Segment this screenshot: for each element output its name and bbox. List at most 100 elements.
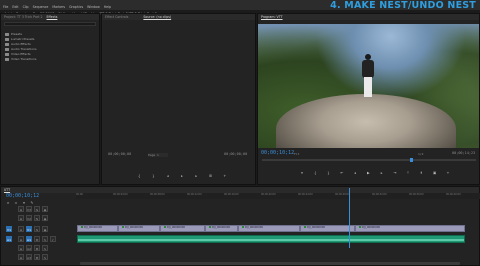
video-clip-label: DJI_00000000 [125,226,144,229]
solo-icon[interactable]: S [42,254,48,260]
ruler-tick-label: 00;00;04;00 [113,193,128,196]
folder-icon [5,53,9,56]
video-clip-label: DJI_00000000 [167,226,186,229]
track-row-a2: ⊡ A2 M S [0,243,480,252]
sync-lock-icon[interactable]: ⇆ [34,206,40,212]
track-label: V3 [26,206,32,212]
track-lock-icon[interactable]: ⊡ [18,226,24,232]
add-icon[interactable]: + [446,171,450,175]
video-clip-label: DJI_00000000 [212,226,231,229]
step-forward-icon[interactable]: ▸ [380,171,384,175]
eye-icon[interactable]: ◉ [42,215,48,221]
mark-in-icon[interactable]: { [137,174,141,178]
folder-icon [5,33,9,36]
ruler-tick-label: 00;00;20;00 [261,193,276,196]
extract-icon[interactable]: ⇞ [419,171,423,175]
video-clip[interactable]: DJI_00000000 [355,225,465,232]
insert-icon[interactable]: ⊞ [209,174,213,178]
program-timecode[interactable]: 00;00;10;12 [261,150,294,156]
menu-markers[interactable]: Markers [52,5,65,9]
track-lock-icon[interactable]: ⊡ [18,236,24,242]
video-clip[interactable]: DJI_00000000 [238,225,300,232]
sync-lock-icon[interactable]: ⇆ [34,226,40,232]
menu-edit[interactable]: Edit [12,5,18,9]
step-forward-icon[interactable]: ▸ [194,174,198,178]
step-back-icon[interactable]: ◂ [353,171,357,175]
track-lock-icon[interactable]: ⊡ [18,245,24,251]
source-patch-v1[interactable]: V1 [6,226,12,232]
program-fit-select[interactable]: Fit [294,152,299,156]
track-label: A3 [26,254,32,260]
menu-file[interactable]: File [3,5,8,9]
add-icon[interactable]: + [223,174,227,178]
go-to-out-icon[interactable]: ⇥ [393,171,397,175]
track-row-v1: V1 ⊡ V1 ⇆ ◉ DJI_00000000 DJI_00000000 DJI_… [0,224,480,233]
menu-window[interactable]: Window [87,5,100,9]
video-clip[interactable]: DJI_00000000 [160,225,205,232]
tab-project[interactable]: Project: TT 3 Trick Part 2 [4,15,43,19]
mute-icon[interactable]: M [34,245,40,251]
track-row-a3: ⊡ A3 M S [0,252,480,261]
mark-in-icon[interactable]: { [313,171,317,175]
marker-icon[interactable]: ▾ [300,171,304,175]
tab-effects[interactable]: Effects [47,15,58,19]
source-patch-a1[interactable]: A1 [6,236,12,242]
tree-item-label: Lumetri Presets [11,37,35,41]
fx-badge-icon [304,226,306,228]
program-zoom-select[interactable]: 1/2 [418,152,423,156]
program-playhead-icon[interactable] [410,158,413,162]
track-header-v3: ⊡ V3 ⇆ ◉ [4,205,74,212]
mic-icon[interactable]: ♪ [50,236,56,242]
track-label[interactable]: V1 [26,226,32,232]
audio-clip-a1[interactable] [77,234,465,243]
source-panel-tabs: Effect Controls Source: (no clips) [102,14,255,20]
timeline-scrollbar[interactable] [80,262,460,265]
solo-icon[interactable]: S [42,245,48,251]
source-page-select[interactable]: Page 1 [148,153,168,157]
video-clip[interactable]: DJI_00000000 [118,225,160,232]
source-timecode-left: 00;00;00;00 [108,152,132,156]
video-clip[interactable]: DJI_00000000 [205,225,238,232]
fx-badge-icon [164,226,166,228]
video-clip[interactable]: DJI_00000000 [77,225,118,232]
mark-out-icon[interactable]: } [151,174,155,178]
program-scrub-bar[interactable] [262,158,476,162]
step-back-icon[interactable]: ◂ [166,174,170,178]
menu-sequence[interactable]: Sequence [33,5,49,9]
effects-search-input[interactable] [4,22,96,26]
camera-icon[interactable]: ▣ [433,171,437,175]
timeline-timecode[interactable]: 00;00;10;12 [6,193,39,199]
ruler-tick-label: 00;00;16;00 [224,193,239,196]
go-to-in-icon[interactable]: ⇤ [340,171,344,175]
eye-icon[interactable]: ◉ [42,226,48,232]
track-label[interactable]: A1 [26,236,32,242]
effects-panel-tabs: Project: TT 3 Trick Part 2 Effects [1,14,99,20]
sync-lock-icon[interactable]: ⇆ [34,215,40,221]
tree-item-label: Audio Transitions [11,47,37,51]
ruler-tick-label: 00;00;28;00 [335,193,350,196]
play-icon[interactable]: ▶ [366,171,370,175]
solo-icon[interactable]: S [42,236,48,242]
mute-icon[interactable]: M [34,254,40,260]
tab-source[interactable]: Source: (no clips) [143,15,171,19]
menu-help[interactable]: Help [104,5,111,9]
eye-icon[interactable]: ◉ [42,206,48,212]
track-lock-icon[interactable]: ⊡ [18,206,24,212]
timeline-ruler[interactable]: 00;00 00;00;04;00 00;00;08;00 00;00;12;00 00… [76,193,480,199]
program-duration: 00;00;14;23 [452,151,476,155]
folder-icon [5,48,9,51]
track-lock-icon[interactable]: ⊡ [18,254,24,260]
tab-program[interactable]: Program: VTT [261,15,283,19]
timeline-playhead[interactable] [349,188,350,248]
tree-item-video-transitions[interactable]: Video Transitions [1,57,99,62]
tab-effect-controls[interactable]: Effect Controls [105,15,128,19]
play-icon[interactable]: ▸ [180,174,184,178]
mute-icon[interactable]: M [34,236,40,242]
tab-sequence[interactable]: VTT [4,188,10,192]
lift-icon[interactable]: ⇡ [406,171,410,175]
menu-graphics[interactable]: Graphics [69,5,83,9]
track-lock-icon[interactable]: ⊡ [18,215,24,221]
video-clip[interactable]: DJI_00000000 [300,225,355,232]
mark-out-icon[interactable]: } [327,171,331,175]
menu-clip[interactable]: Clip [23,5,29,9]
